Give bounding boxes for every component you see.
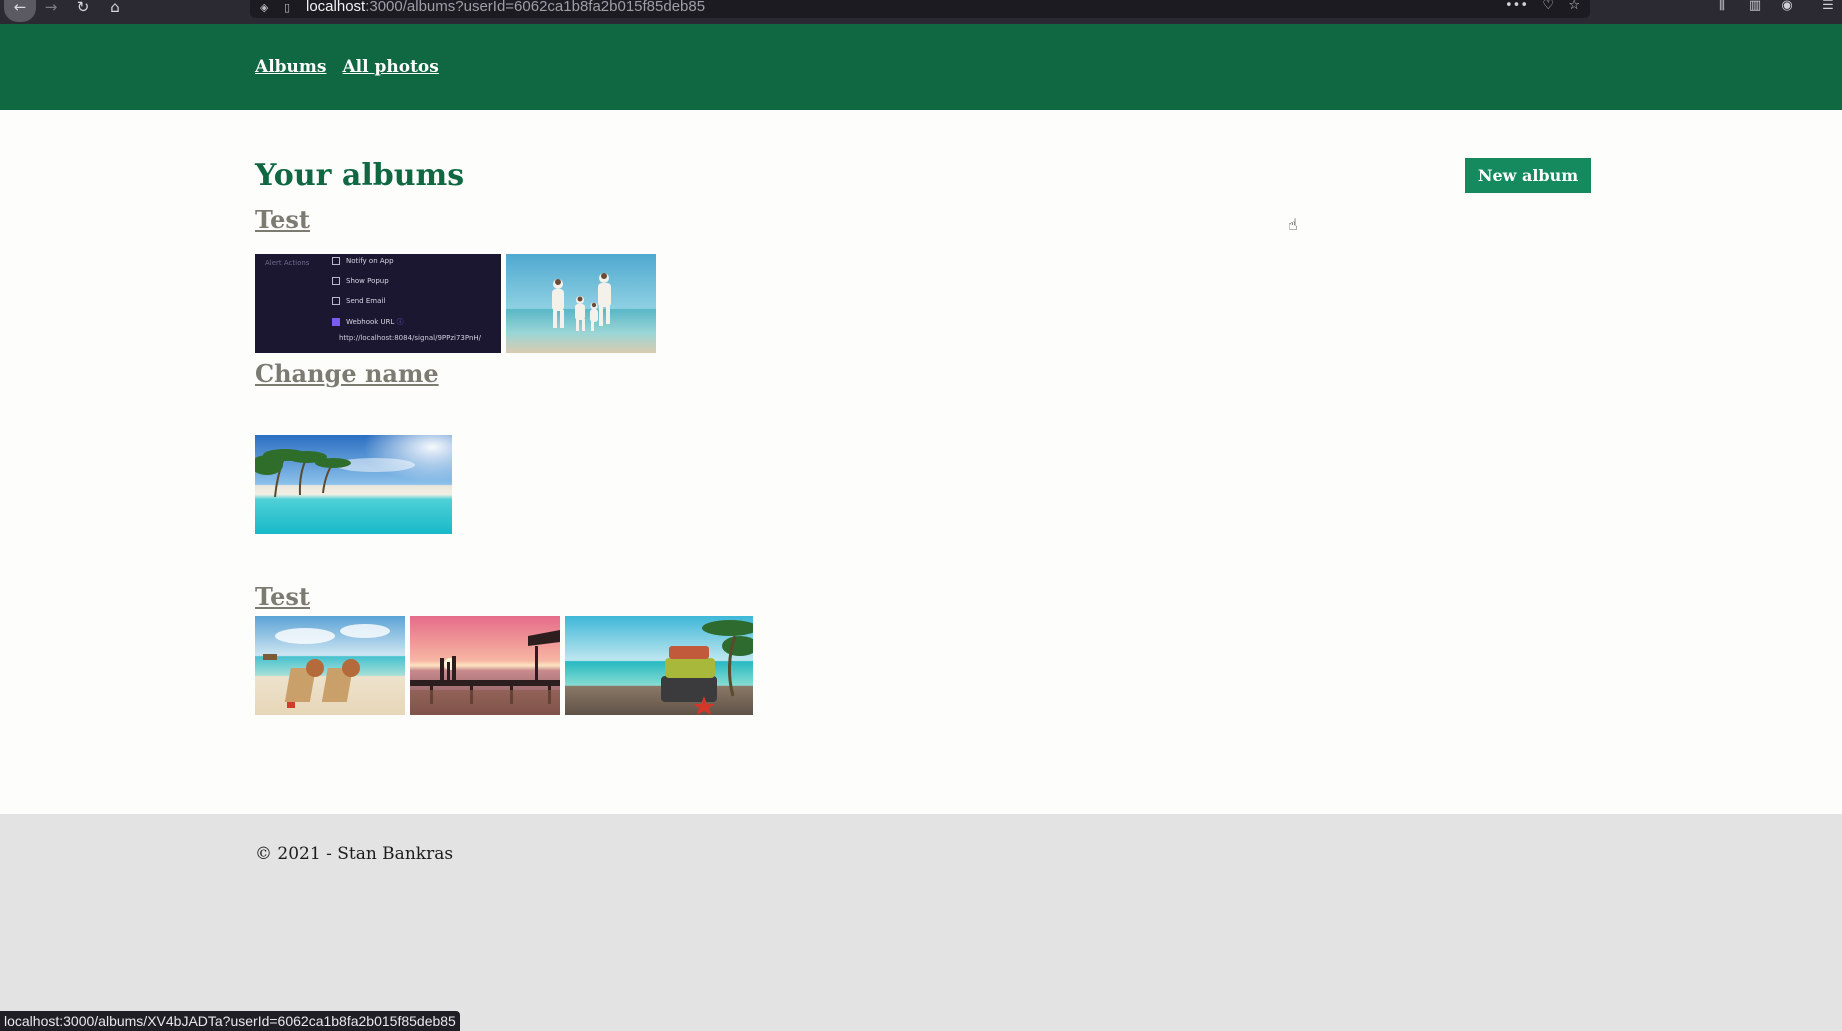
album-photos: Alert Actions Notify on App Show Popup S… <box>255 254 656 353</box>
page-title: Your albums <box>255 158 465 193</box>
checkbox-checked-icon <box>332 318 340 326</box>
photo-thumbnail[interactable] <box>506 254 656 353</box>
back-icon[interactable]: ← <box>4 0 36 22</box>
photo-thumbnail[interactable] <box>255 616 405 715</box>
sunset-pier-photo <box>410 616 560 715</box>
footer-copyright: © 2021 - Stan Bankras <box>255 844 454 864</box>
star-icon[interactable]: ☆ <box>1568 0 1580 16</box>
photo-thumbnail[interactable] <box>410 616 560 715</box>
url-text[interactable]: localhost:3000/albums?userId=6062ca1b8fa… <box>306 0 705 16</box>
forward-icon[interactable]: → <box>38 0 64 18</box>
alert-option: Webhook URL ⓘ <box>332 317 404 327</box>
photo-thumbnail[interactable] <box>255 435 452 534</box>
address-bar[interactable]: ◈ ▯ localhost:3000/albums?userId=6062ca1… <box>250 0 1590 18</box>
status-bar-url: localhost:3000/albums/XV4bJADTa?userId=6… <box>0 1011 460 1031</box>
alert-option: Show Popup <box>332 277 389 285</box>
album-title[interactable]: Test <box>255 581 310 613</box>
alert-option-label: Send Email <box>346 297 386 305</box>
checkbox-icon <box>332 257 340 265</box>
nav-albums-link[interactable]: Albums <box>255 57 326 77</box>
album-title[interactable]: Test <box>255 204 310 236</box>
alert-section-label: Alert Actions <box>265 259 310 267</box>
album-title[interactable]: Change name <box>255 358 439 390</box>
url-host: localhost <box>306 0 366 15</box>
alert-option-label: Webhook URL <box>346 318 395 326</box>
album-photos <box>255 616 753 715</box>
more-icon[interactable]: ••• <box>1505 0 1528 16</box>
new-album-button[interactable]: New album <box>1465 158 1591 193</box>
browser-toolbar: ← → ↻ ⌂ ◈ ▯ localhost:3000/albums?userId… <box>0 0 1842 24</box>
webhook-url-text: http://localhost:8084/signal/9PPzi73PnH/ <box>339 334 482 342</box>
url-path: :3000/albums?userId=6062ca1b8fa2b015f85d… <box>365 0 706 15</box>
page-icon: ▯ <box>284 1 291 14</box>
nav-all-photos-link[interactable]: All photos <box>342 57 438 77</box>
shield-icon[interactable]: ◈ <box>260 1 268 15</box>
album-photos <box>255 435 452 534</box>
alert-option-label: Notify on App <box>346 257 394 265</box>
site-nav: Albums All photos <box>255 57 439 77</box>
family-beach-photo <box>506 254 656 353</box>
home-icon[interactable]: ⌂ <box>102 0 128 18</box>
alert-option: Send Email <box>332 297 385 305</box>
palm-beach-photo <box>255 435 452 534</box>
alert-option-label: Show Popup <box>346 277 389 285</box>
beach-chairs-photo <box>255 616 405 715</box>
account-icon[interactable]: ◉ <box>1777 0 1797 16</box>
reload-icon[interactable]: ↻ <box>70 0 96 18</box>
hand-cursor-icon: ☝ <box>1288 215 1298 234</box>
help-icon: ⓘ <box>396 318 404 326</box>
menu-icon[interactable]: ☰ <box>1818 0 1838 16</box>
sidebar-icon[interactable]: ▥ <box>1745 0 1765 16</box>
alert-option: Notify on App <box>332 257 394 265</box>
checkbox-icon <box>332 297 340 305</box>
suitcase-beach-photo <box>565 616 753 715</box>
pocket-icon[interactable]: ♡ <box>1542 0 1554 16</box>
library-icon[interactable]: ⫼ <box>1712 0 1732 16</box>
checkbox-icon <box>332 277 340 285</box>
photo-thumbnail[interactable] <box>565 616 753 715</box>
photo-thumbnail[interactable]: Alert Actions Notify on App Show Popup S… <box>255 254 501 353</box>
site-header: Albums All photos <box>0 24 1842 110</box>
site-footer: © 2021 - Stan Bankras <box>0 814 1842 1031</box>
